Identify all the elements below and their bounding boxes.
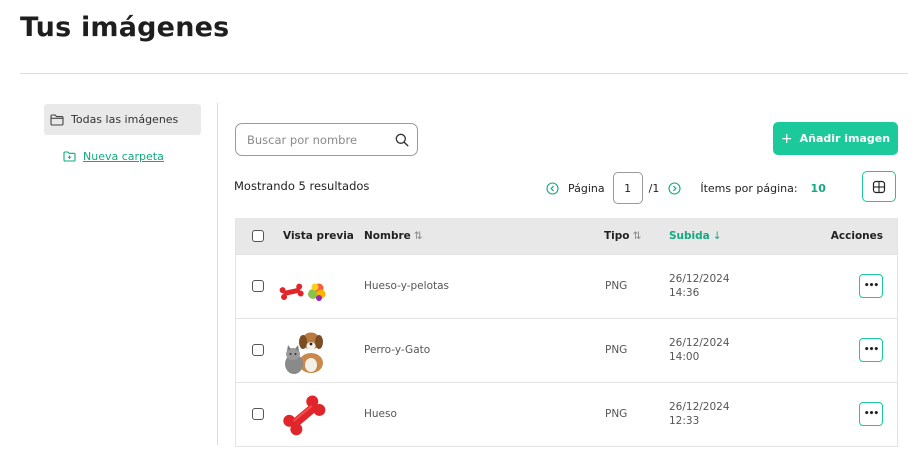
more-icon: ••• <box>863 281 879 291</box>
row-name: Perro-y-Gato <box>364 344 431 356</box>
row-type: PNG <box>605 408 628 420</box>
column-name-label: Nombre <box>364 230 411 242</box>
row-uploaded: 26/12/2024 14:00 <box>669 336 730 364</box>
new-folder-label: Nueva carpeta <box>83 150 164 163</box>
row-name: Hueso-y-pelotas <box>364 280 450 292</box>
grid-view-button[interactable] <box>862 171 896 202</box>
add-image-label: Añadir imagen <box>799 132 891 145</box>
search-box <box>235 123 418 156</box>
row-type: PNG <box>605 344 628 356</box>
row-type: PNG <box>605 280 628 292</box>
more-actions-button[interactable]: ••• <box>859 402 883 426</box>
new-folder-link[interactable]: Nueva carpeta <box>44 150 201 163</box>
column-actions: Acciones <box>830 230 883 242</box>
sort-icon: ⇅ <box>413 230 423 242</box>
grid-view-icon <box>872 180 886 193</box>
select-all-checkbox[interactable] <box>252 230 264 242</box>
more-icon: ••• <box>863 409 879 419</box>
sort-desc-icon: ↓ <box>712 230 722 242</box>
row-uploaded: 26/12/2024 12:33 <box>669 400 730 428</box>
row-checkbox[interactable] <box>252 408 264 420</box>
page-label: Página <box>568 181 605 195</box>
sidebar-divider <box>217 103 218 445</box>
items-per-page-select[interactable]: 10 <box>811 182 826 195</box>
page-title: Tus imágenes <box>20 12 230 43</box>
page-input[interactable]: 1 <box>612 172 643 204</box>
row-time: 12:33 <box>669 415 700 427</box>
table-row: Hueso PNG 26/12/2024 12:33 ••• <box>236 382 897 446</box>
dog-and-cat-thumbnail <box>285 332 323 374</box>
images-table: Vista previa Nombre ⇅ Tipo ⇅ Subida ↓ Accio… <box>235 218 898 447</box>
chevron-right-circle-icon[interactable] <box>668 181 681 195</box>
sidebar-item-label: Todas las imágenes <box>71 113 179 126</box>
items-per-page-label: Ítems por página: <box>700 181 798 195</box>
row-date: 26/12/2024 <box>669 273 730 285</box>
total-pages: /1 <box>648 181 660 195</box>
more-actions-button[interactable]: ••• <box>859 274 883 298</box>
folder-plus-icon <box>63 151 76 162</box>
more-actions-button[interactable]: ••• <box>859 338 883 362</box>
sidebar: Todas las imágenes Nueva carpeta <box>44 104 201 163</box>
add-image-button[interactable]: + Añadir imagen <box>773 122 898 155</box>
row-name: Hueso <box>364 408 397 420</box>
column-type[interactable]: Tipo ⇅ <box>604 230 641 242</box>
bone-and-balls-thumbnail <box>279 283 326 301</box>
table-row: Perro-y-Gato PNG 26/12/2024 14:00 ••• <box>236 318 897 382</box>
folder-icon <box>50 113 64 126</box>
column-name[interactable]: Nombre ⇅ <box>364 230 423 242</box>
pagination: Página 1 /1 Ítems por página: 10 <box>546 172 826 204</box>
row-date: 26/12/2024 <box>669 337 730 349</box>
more-icon: ••• <box>863 345 879 355</box>
row-uploaded: 26/12/2024 14:36 <box>669 272 730 300</box>
search-input[interactable] <box>247 132 392 147</box>
sidebar-item-all-images[interactable]: Todas las imágenes <box>44 104 201 135</box>
column-uploaded-label: Subida <box>669 230 710 242</box>
row-date: 26/12/2024 <box>669 401 730 413</box>
red-bone-thumbnail <box>283 395 326 436</box>
plus-icon: + <box>780 130 793 147</box>
row-time: 14:00 <box>669 351 700 363</box>
column-uploaded[interactable]: Subida ↓ <box>669 230 722 242</box>
results-count: Mostrando 5 resultados <box>234 179 370 193</box>
table-row: Hueso-y-pelotas PNG 26/12/2024 14:36 ••• <box>236 254 897 318</box>
row-checkbox[interactable] <box>252 280 264 292</box>
search-icon[interactable] <box>395 133 409 147</box>
sort-icon: ⇅ <box>632 230 642 242</box>
column-type-label: Tipo <box>604 230 630 242</box>
column-preview: Vista previa <box>283 230 354 242</box>
row-time: 14:36 <box>669 287 700 299</box>
row-checkbox[interactable] <box>252 344 264 356</box>
table-header: Vista previa Nombre ⇅ Tipo ⇅ Subida ↓ Accio… <box>236 218 897 254</box>
chevron-left-circle-icon[interactable] <box>546 181 559 195</box>
header-divider <box>20 73 908 74</box>
